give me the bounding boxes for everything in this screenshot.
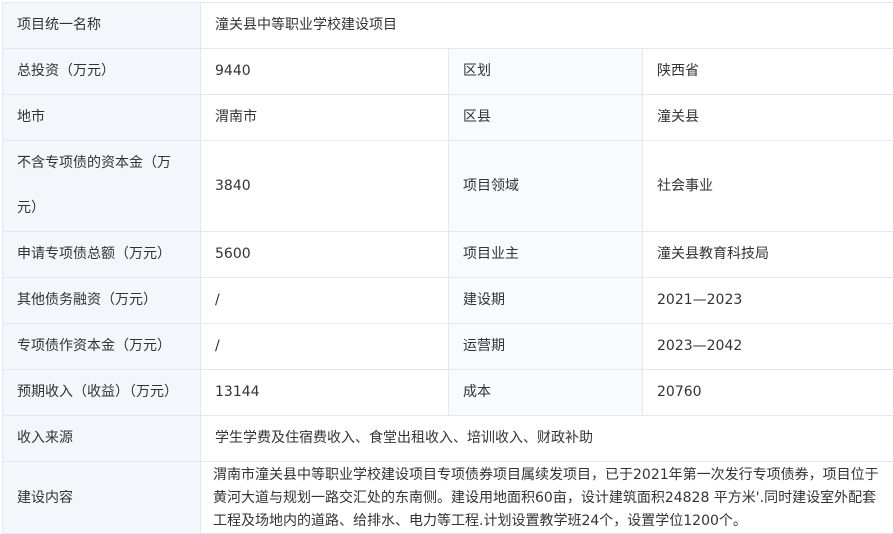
field-value: 3840 [201, 141, 449, 232]
field-label: 申请专项债总额（万元） [3, 232, 201, 278]
table-row: 总投资（万元） 9440 区划 陕西省 [3, 49, 893, 95]
field-label: 区划 [449, 49, 643, 95]
field-label: 区县 [449, 95, 643, 141]
field-label: 项目业主 [449, 232, 643, 278]
field-label: 建设期 [449, 278, 643, 324]
table-row: 其他债务融资（万元） / 建设期 2021—2023 [3, 278, 893, 324]
field-value: 社会事业 [643, 141, 893, 232]
field-label: 预期收入（收益）（万元） [3, 370, 201, 416]
table-row: 项目统一名称 潼关县中等职业学校建设项目 [3, 3, 893, 49]
table-row: 专项债作资本金（万元） / 运营期 2023—2042 [3, 324, 893, 370]
field-label: 运营期 [449, 324, 643, 370]
table-row: 地市 渭南市 区县 潼关县 [3, 95, 893, 141]
table-row: 不含专项债的资本金（万元） 3840 项目领域 社会事业 [3, 141, 893, 232]
field-value: 学生学费及住宿费收入、食堂出租收入、培训收入、财政补助 [201, 416, 893, 462]
field-label: 建设内容 [3, 462, 201, 534]
field-label: 不含专项债的资本金（万元） [3, 141, 201, 232]
field-value: 潼关县教育科技局 [643, 232, 893, 278]
field-label: 项目领域 [449, 141, 643, 232]
project-info-table: 项目统一名称 潼关县中等职业学校建设项目 总投资（万元） 9440 区划 陕西省… [2, 2, 893, 534]
field-value: 潼关县中等职业学校建设项目 [201, 3, 893, 49]
table-row: 申请专项债总额（万元） 5600 项目业主 潼关县教育科技局 [3, 232, 893, 278]
table-row: 建设内容 渭南市潼关县中等职业学校建设项目专项债券项目属续发项目，已于2021年… [3, 462, 893, 534]
field-label: 专项债作资本金（万元） [3, 324, 201, 370]
field-label: 收入来源 [3, 416, 201, 462]
field-value: 13144 [201, 370, 449, 416]
field-value: / [201, 324, 449, 370]
field-value: 潼关县 [643, 95, 893, 141]
field-label: 地市 [3, 95, 201, 141]
field-value: 9440 [201, 49, 449, 95]
field-label: 总投资（万元） [3, 49, 201, 95]
table-row: 预期收入（收益）（万元） 13144 成本 20760 [3, 370, 893, 416]
field-value: 渭南市潼关县中等职业学校建设项目专项债券项目属续发项目，已于2021年第一次发行… [201, 462, 893, 534]
field-value: 2023—2042 [643, 324, 893, 370]
field-label: 项目统一名称 [3, 3, 201, 49]
table-row: 收入来源 学生学费及住宿费收入、食堂出租收入、培训收入、财政补助 [3, 416, 893, 462]
field-value: / [201, 278, 449, 324]
field-label: 其他债务融资（万元） [3, 278, 201, 324]
field-value: 5600 [201, 232, 449, 278]
field-value: 2021—2023 [643, 278, 893, 324]
field-value: 陕西省 [643, 49, 893, 95]
field-value: 渭南市 [201, 95, 449, 141]
field-value: 20760 [643, 370, 893, 416]
field-label: 成本 [449, 370, 643, 416]
